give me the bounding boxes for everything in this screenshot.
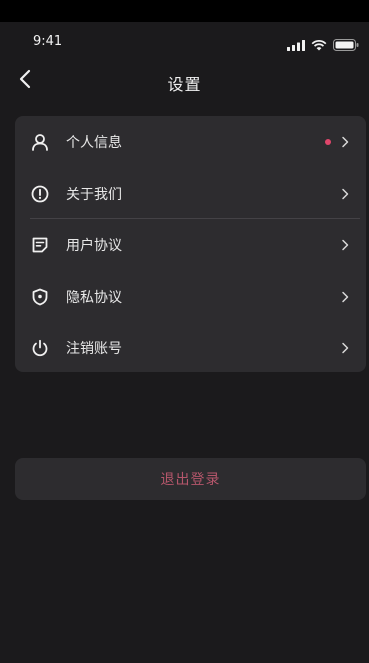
menu-item-user-agreement[interactable]: 用户协议 bbox=[15, 219, 366, 271]
logout-label: 退出登录 bbox=[160, 472, 221, 488]
menu-item-personal-info[interactable]: 个人信息 bbox=[15, 116, 366, 168]
menu-item-label: 用户协议 bbox=[66, 238, 122, 254]
document-icon bbox=[30, 235, 50, 255]
shield-icon bbox=[30, 287, 50, 307]
menu-item-label: 隐私协议 bbox=[66, 290, 122, 306]
chevron-right-icon bbox=[340, 290, 350, 304]
status-icons bbox=[287, 36, 359, 55]
chevron-right-icon bbox=[340, 341, 350, 355]
menu-item-about-us[interactable]: 关于我们 bbox=[15, 168, 366, 220]
logout-button[interactable]: 退出登录 bbox=[15, 458, 366, 500]
menu-item-privacy-policy[interactable]: 隐私协议 bbox=[15, 271, 366, 323]
chevron-right-icon bbox=[340, 187, 350, 201]
nav-bar: 设置 bbox=[0, 62, 369, 102]
user-icon bbox=[30, 132, 50, 152]
info-alert-icon bbox=[30, 184, 50, 204]
page-title: 设置 bbox=[167, 75, 202, 94]
settings-menu-card: 个人信息 关于我们 用户协议 隐私协议 注销账号 bbox=[15, 116, 366, 372]
notification-badge bbox=[325, 139, 331, 145]
wifi-icon bbox=[311, 36, 327, 55]
menu-item-label: 个人信息 bbox=[66, 135, 122, 151]
signal-icon bbox=[287, 36, 305, 55]
menu-item-label: 关于我们 bbox=[66, 187, 122, 203]
status-time: 9:41 bbox=[33, 34, 63, 49]
menu-item-label: 注销账号 bbox=[66, 341, 122, 357]
chevron-right-icon bbox=[340, 238, 350, 252]
status-bar: 9:41 bbox=[0, 22, 369, 62]
chevron-right-icon bbox=[340, 135, 350, 149]
top-black-band bbox=[0, 0, 369, 22]
menu-item-delete-account[interactable]: 注销账号 bbox=[15, 322, 366, 372]
power-icon bbox=[30, 338, 50, 358]
battery-icon bbox=[333, 36, 359, 55]
